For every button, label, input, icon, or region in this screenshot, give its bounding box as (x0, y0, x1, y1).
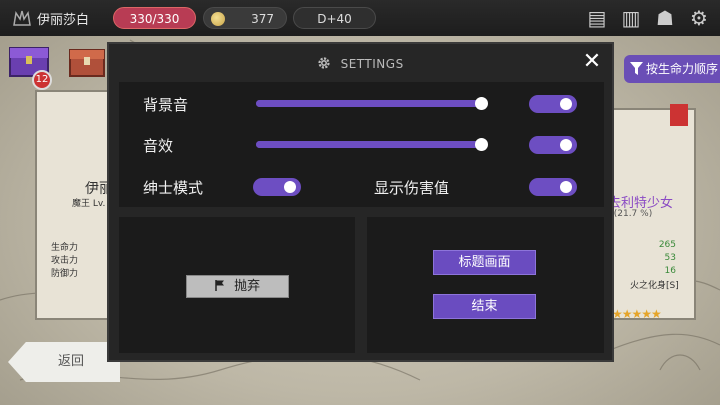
stat-label-defense: 防御力 (51, 269, 79, 279)
quit-button[interactable]: 结束 (433, 294, 536, 319)
title-screen-button[interactable]: 标题画面 (433, 250, 536, 275)
sfx-volume-slider[interactable] (256, 138, 488, 151)
abandon-button[interactable]: 抛弃 (186, 275, 289, 298)
character-trait: 火之化身[S] (630, 281, 679, 291)
player-name: 伊丽莎白 (37, 13, 90, 28)
character-card-left[interactable]: 伊丽 魔王 Lv. 生命力 攻击力 防御力 (35, 90, 115, 320)
sfx-label: 音效 (143, 137, 174, 155)
coin-icon (211, 12, 225, 26)
notes-icon[interactable]: ▤ (584, 6, 610, 30)
star-rating: ★★★★★ (612, 307, 662, 321)
toggle-knob (284, 181, 296, 193)
close-button[interactable]: ✕ (580, 50, 604, 74)
treasure-chest-icon[interactable] (64, 40, 110, 80)
stat-value-defense: 16 (664, 266, 676, 276)
gear-icon[interactable]: ⚙ (686, 6, 712, 30)
character-subtitle: 8(21.7 %) (608, 209, 653, 219)
stat-label-attack: 攻击力 (51, 256, 79, 266)
back-button[interactable]: 返回 (8, 342, 120, 382)
settings-gear-icon (318, 57, 330, 69)
sfx-slider-handle[interactable] (475, 138, 488, 151)
sfx-toggle[interactable] (529, 136, 577, 154)
gentleman-mode-toggle[interactable] (253, 178, 301, 196)
crown-logo-icon (13, 10, 31, 26)
toggle-knob (560, 98, 572, 110)
sort-by-hp-button[interactable]: 按生命力顺序 (624, 55, 720, 83)
chest-count-badge: 12 (32, 70, 52, 90)
flag-icon (215, 280, 224, 291)
settings-dialog: SETTINGS ✕ 背景音 音效 绅士模式 显示伤害值 抛弃 标题画面 结束 (107, 42, 614, 362)
top-bar: 伊丽莎白 330/330 377 D+40 ▤ ▥ ☗ ⚙ (0, 0, 720, 36)
bgm-toggle[interactable] (529, 95, 577, 113)
dialog-title: SETTINGS (109, 56, 612, 71)
abandon-label: 抛弃 (234, 279, 261, 294)
show-damage-label: 显示伤害值 (374, 179, 450, 197)
demon-mask-icon[interactable]: ☗ (652, 6, 678, 30)
bgm-slider-handle[interactable] (475, 97, 488, 110)
show-damage-toggle[interactable] (529, 178, 577, 196)
filter-icon (630, 62, 643, 75)
bgm-slider-fill (256, 100, 481, 107)
toggle-knob (560, 139, 572, 151)
pin-icon[interactable] (670, 104, 688, 126)
toggle-knob (560, 181, 572, 193)
sort-button-label: 按生命力顺序 (646, 62, 719, 76)
bgm-volume-slider[interactable] (256, 97, 488, 110)
gentleman-mode-label: 绅士模式 (143, 179, 204, 197)
gold-display: 377 (203, 7, 287, 29)
gold-value: 377 (251, 12, 274, 26)
book-icon[interactable]: ▥ (618, 6, 644, 30)
stat-value-hp: 265 (658, 240, 676, 250)
hp-display: 330/330 (113, 7, 196, 29)
bgm-label: 背景音 (143, 96, 189, 114)
stat-value-attack: 53 (664, 253, 676, 263)
exit-panel (367, 217, 604, 353)
character-subtitle: 魔王 Lv. (72, 199, 106, 209)
sfx-slider-fill (256, 141, 481, 148)
stat-label-hp: 生命力 (51, 243, 79, 253)
day-counter: D+40 (293, 7, 376, 29)
dialog-title-text: SETTINGS (340, 57, 404, 71)
character-card-right[interactable]: 去利特少女 8(21.7 %) 265 53 16 火之化身[S] ★★★★★ (606, 108, 696, 321)
